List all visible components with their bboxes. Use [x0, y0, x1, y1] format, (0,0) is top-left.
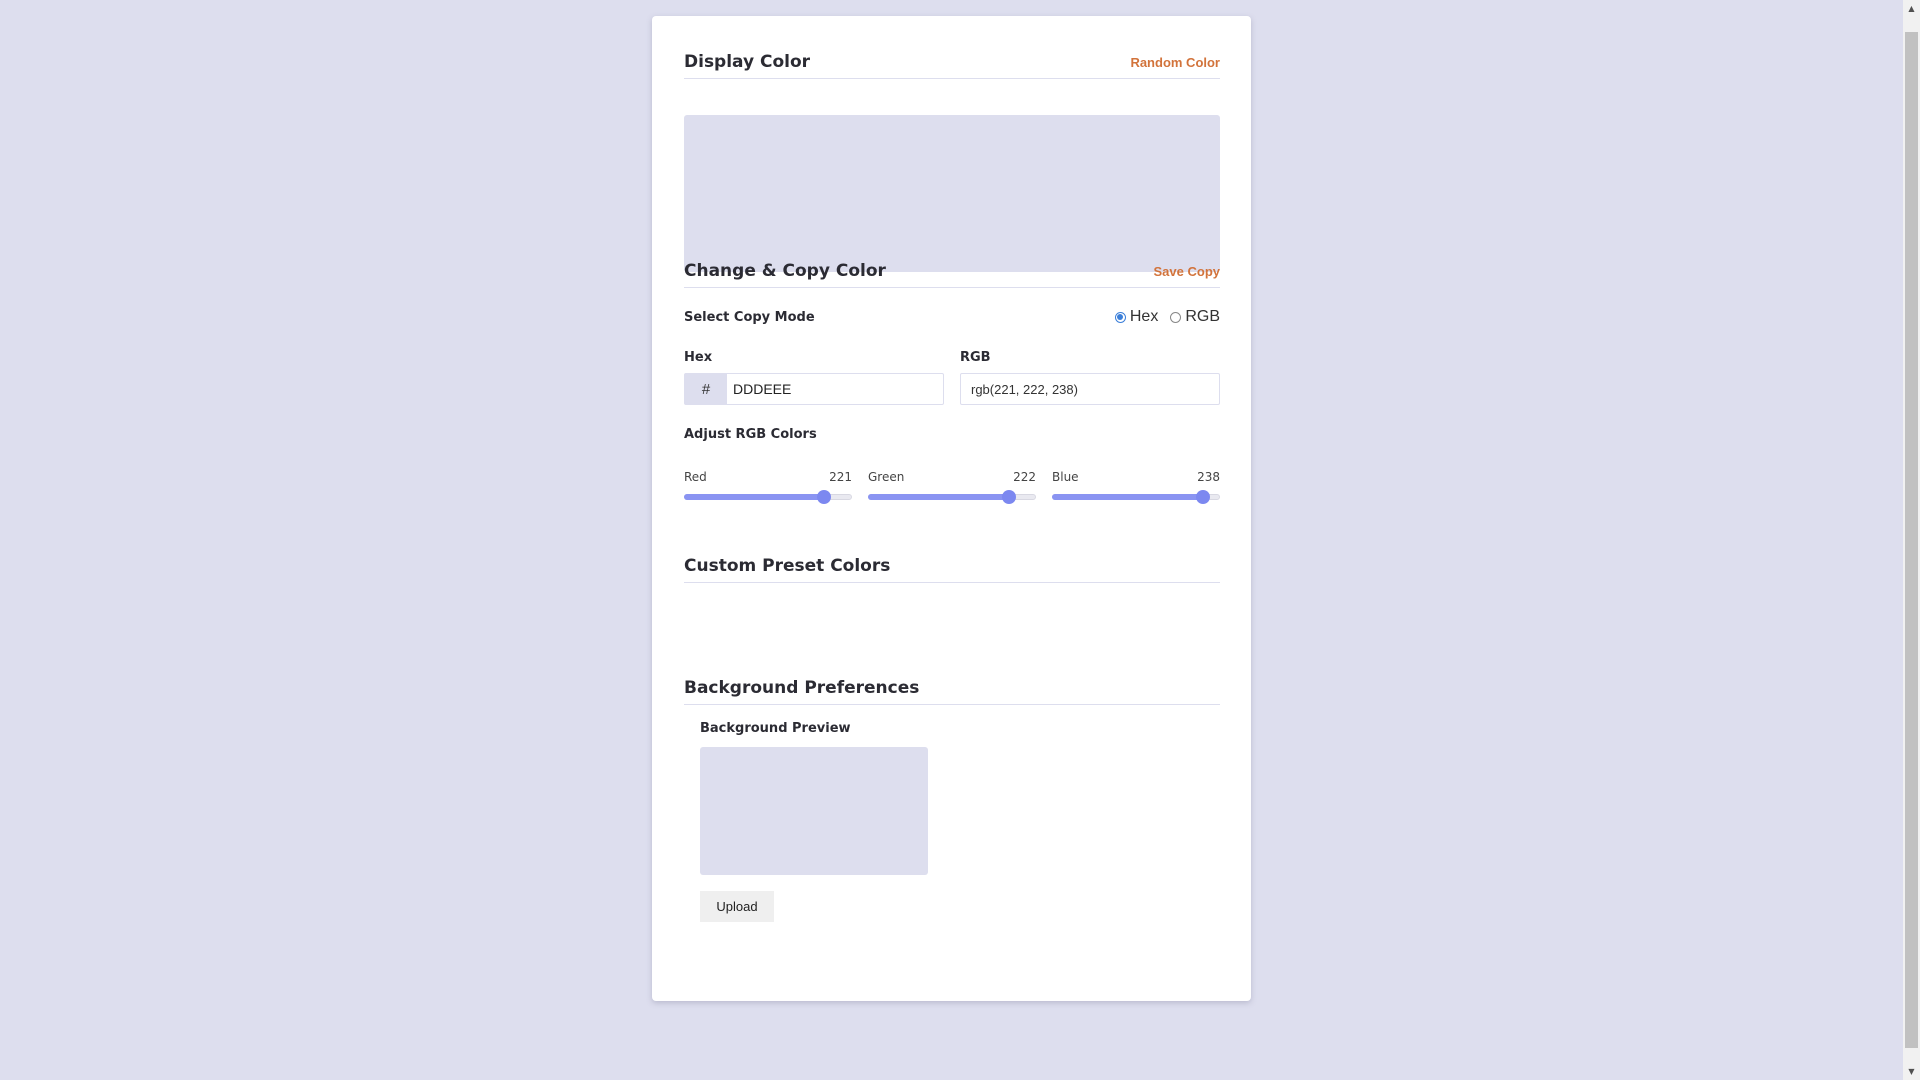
radio-rgb-label: RGB: [1185, 308, 1220, 326]
green-slider-thumb[interactable]: [1002, 490, 1016, 504]
background-prefs-header: Background Preferences: [684, 674, 1220, 705]
save-copy-link[interactable]: Save Copy: [1154, 264, 1220, 279]
hash-prefix: #: [685, 374, 727, 404]
background-preview-label: Background Preview: [700, 721, 851, 736]
blue-slider-value: 238: [1197, 470, 1220, 484]
color-display-swatch: [684, 115, 1220, 272]
hex-input[interactable]: # DDDEEE: [684, 373, 944, 405]
blue-slider-label: Blue: [1052, 470, 1079, 484]
green-slider-group: Green 222: [868, 470, 1036, 510]
background-preview: [700, 747, 928, 875]
hex-input-value[interactable]: DDDEEE: [727, 381, 791, 397]
page-scrollbar[interactable]: ▲ ▼: [1903, 0, 1920, 1080]
preset-colors-title: Custom Preset Colors: [684, 556, 890, 576]
rgb-field-label: RGB: [960, 350, 991, 365]
blue-slider-fill: [1052, 494, 1203, 500]
rgb-input[interactable]: rgb(221, 222, 238): [960, 373, 1220, 405]
change-copy-header: Change & Copy Color Save Copy: [684, 257, 1220, 288]
color-picker-card: Display Color Random Color Change & Copy…: [652, 16, 1251, 1001]
background-prefs-title: Background Preferences: [684, 678, 919, 698]
hex-field-label: Hex: [684, 350, 712, 365]
radio-hex-indicator[interactable]: [1115, 312, 1126, 323]
display-color-header: Display Color Random Color: [684, 48, 1220, 79]
red-slider-value: 221: [829, 470, 852, 484]
red-slider-label: Red: [684, 470, 707, 484]
upload-button[interactable]: Upload: [700, 891, 774, 922]
scroll-up-arrow-icon[interactable]: ▲: [1903, 0, 1920, 17]
radio-hex[interactable]: Hex: [1115, 308, 1158, 326]
rgb-input-value[interactable]: rgb(221, 222, 238): [971, 382, 1078, 397]
blue-slider-group: Blue 238: [1052, 470, 1220, 510]
radio-rgb-indicator[interactable]: [1170, 312, 1181, 323]
copy-mode-radio-group: Hex RGB: [1103, 308, 1220, 326]
radio-rgb[interactable]: RGB: [1170, 308, 1220, 326]
red-slider-fill: [684, 494, 824, 500]
green-slider-label: Green: [868, 470, 904, 484]
blue-slider-thumb[interactable]: [1196, 490, 1210, 504]
green-slider-fill: [868, 494, 1009, 500]
random-color-link[interactable]: Random Color: [1130, 55, 1220, 70]
change-copy-title: Change & Copy Color: [684, 261, 886, 281]
red-slider-thumb[interactable]: [817, 490, 831, 504]
copy-mode-label: Select Copy Mode: [684, 310, 815, 325]
preset-colors-header: Custom Preset Colors: [684, 552, 1220, 583]
green-slider-value: 222: [1013, 470, 1036, 484]
preset-colors-list: [684, 592, 1220, 662]
red-slider-group: Red 221: [684, 470, 852, 510]
display-color-title: Display Color: [684, 52, 810, 72]
radio-hex-label: Hex: [1130, 308, 1158, 326]
adjust-rgb-title: Adjust RGB Colors: [684, 427, 817, 442]
scrollbar-thumb[interactable]: [1905, 32, 1918, 1048]
scroll-down-arrow-icon[interactable]: ▼: [1903, 1063, 1920, 1080]
